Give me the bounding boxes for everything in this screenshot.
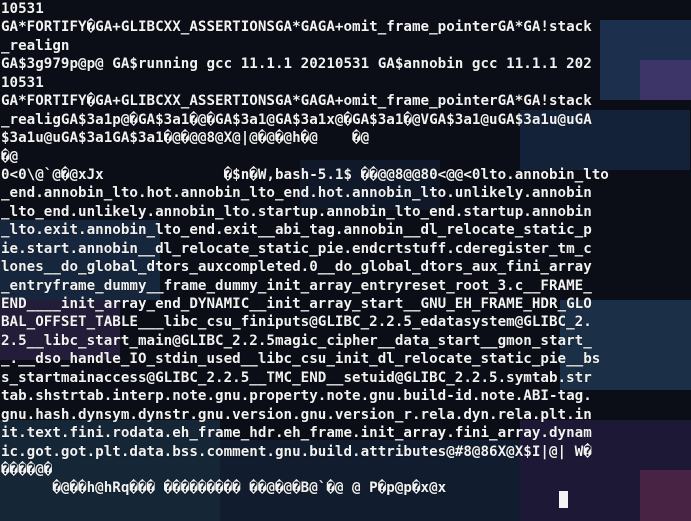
- terminal-line: gnu.hash.dynsym.dynstr.gnu.version.gnu.v…: [1, 406, 592, 423]
- terminal-line: ����@�: [1, 461, 53, 478]
- terminal-line: 10531: [1, 1, 44, 17]
- terminal-line: _lto.exit.annobin_lto_end.exit__abi_tag.…: [1, 222, 592, 239]
- terminal-line: _realign: [1, 37, 70, 54]
- terminal-line: tab.shstrtab.interp.note.gnu.property.no…: [1, 388, 592, 405]
- terminal-line: BAL_OFFSET_TABLE___libc_csu_finiputs@GLI…: [1, 314, 592, 331]
- terminal-line: _.__dso_handle_IO_stdin_used__libc_csu_i…: [1, 351, 601, 368]
- terminal-line: ie.start.annobin__dl_relocate_static_pie…: [1, 240, 592, 257]
- terminal-output[interactable]: 10531 GA*FORTIFY�GA+GLIBCXX_ASSERTIONSGA…: [0, 0, 691, 521]
- terminal-line: lones__do_global_dtors_auxcompleted.0__d…: [1, 259, 592, 276]
- terminal-line: 0<0\@`@�@xJx �$n�W,bash-5.1$ ��@@8@@80<@…: [1, 166, 609, 183]
- terminal-line: _lto_end.unlikely.annobin_lto.startup.an…: [1, 203, 592, 220]
- terminal-line: GA$3g979p@p@ GA$running gcc 11.1.1 20210…: [1, 56, 592, 73]
- terminal-line: s_startmainaccess@GLIBC_2.2.5__TMC_END__…: [1, 369, 592, 386]
- terminal-line: �@: [1, 148, 19, 165]
- terminal-line: 2.5__libc_start_main@GLIBC_2.2.5magic_ci…: [1, 332, 592, 349]
- terminal-line: �@��h@hRq��� ��������� ��@�@�B@`�@ @ P�p…: [1, 480, 447, 497]
- terminal-line: it.text.fini.rodata.eh_frame_hdr.eh_fram…: [1, 425, 592, 442]
- terminal-line: _realigGA$3a1p@�GA$3a1�@�GA$3a1@GA$3a1x@…: [1, 111, 592, 128]
- terminal-line: GA*FORTIFY�GA+GLIBCXX_ASSERTIONSGA*GAGA+…: [1, 93, 592, 110]
- terminal-line: ic.got.got.plt.data.bss.comment.gnu.buil…: [1, 443, 592, 460]
- terminal-line: END____init_array_end_DYNAMIC__init_arra…: [1, 296, 592, 312]
- terminal-line: _end.annobin_lto.hot.annobin_lto_end.hot…: [1, 185, 592, 202]
- text-cursor: [559, 491, 568, 508]
- terminal-line: GA*FORTIFY�GA+GLIBCXX_ASSERTIONSGA*GAGA+…: [1, 19, 592, 36]
- terminal-line: 10531: [1, 74, 44, 91]
- terminal-line: $3a1u@uGA$3a1GA$3a1�@�@@8@X@|@�@�@h�@ �@: [1, 130, 370, 147]
- terminal-line: _entryframe_dummy__frame_dummy_init_arra…: [1, 277, 592, 294]
